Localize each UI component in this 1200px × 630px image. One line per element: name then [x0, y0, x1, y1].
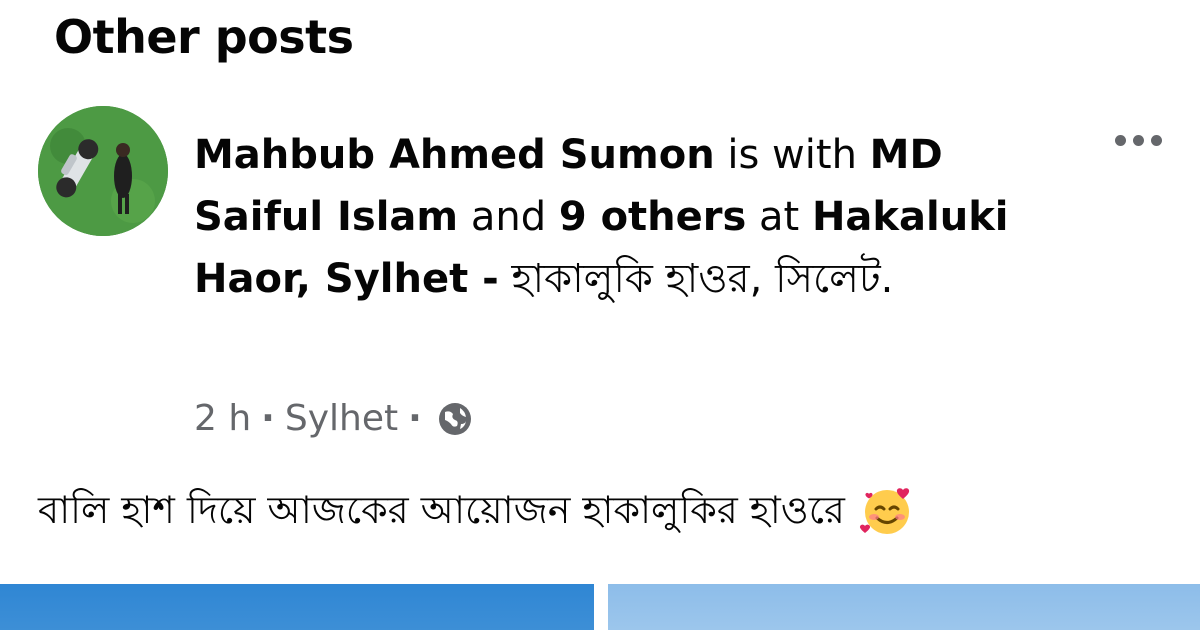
more-options-dot	[1150, 134, 1162, 146]
post-text: বালি হাশ দিয়ে আজকের আয়োজন হাকালুকির হা…	[38, 488, 845, 532]
avatar[interactable]	[38, 106, 168, 236]
at-text: at	[759, 194, 800, 240]
avatar-image	[38, 106, 168, 236]
more-options-icon	[1114, 134, 1126, 146]
location-bengali-2[interactable]: সিলেট.	[775, 256, 893, 302]
post-body: বালি হাশ দিয়ে আজকের আয়োজন হাকালুকির হা…	[38, 480, 1158, 540]
tagged-person-part1: MD	[869, 132, 943, 178]
meta-separator: ·	[261, 398, 275, 439]
and-text: and	[470, 194, 547, 240]
tagged-person-part2: Saiful Islam	[194, 194, 459, 240]
post-photo-1[interactable]	[0, 584, 594, 630]
author-name[interactable]: Mahbub Ahmed Sumon	[194, 132, 715, 178]
post-photo-2[interactable]	[608, 584, 1200, 630]
post-time[interactable]: 2 h	[194, 398, 251, 439]
more-options-button[interactable]	[1108, 128, 1168, 152]
smiling-face-with-hearts-icon	[859, 488, 910, 534]
globe-icon[interactable]	[436, 400, 474, 438]
meta-separator: ·	[408, 398, 422, 439]
is-with-text: is with	[727, 132, 857, 178]
post-headline: Mahbub Ahmed Sumon is with MD Saiful Isl…	[194, 124, 1074, 310]
post-place[interactable]: Sylhet	[285, 398, 398, 439]
more-options-dot	[1132, 134, 1144, 146]
section-title: Other posts	[54, 10, 354, 64]
others-link[interactable]: 9 others	[559, 194, 747, 240]
location-bengali-1[interactable]: হাকালুকি হাওর,	[511, 256, 762, 302]
post-meta: 2 h · Sylhet ·	[194, 398, 474, 439]
